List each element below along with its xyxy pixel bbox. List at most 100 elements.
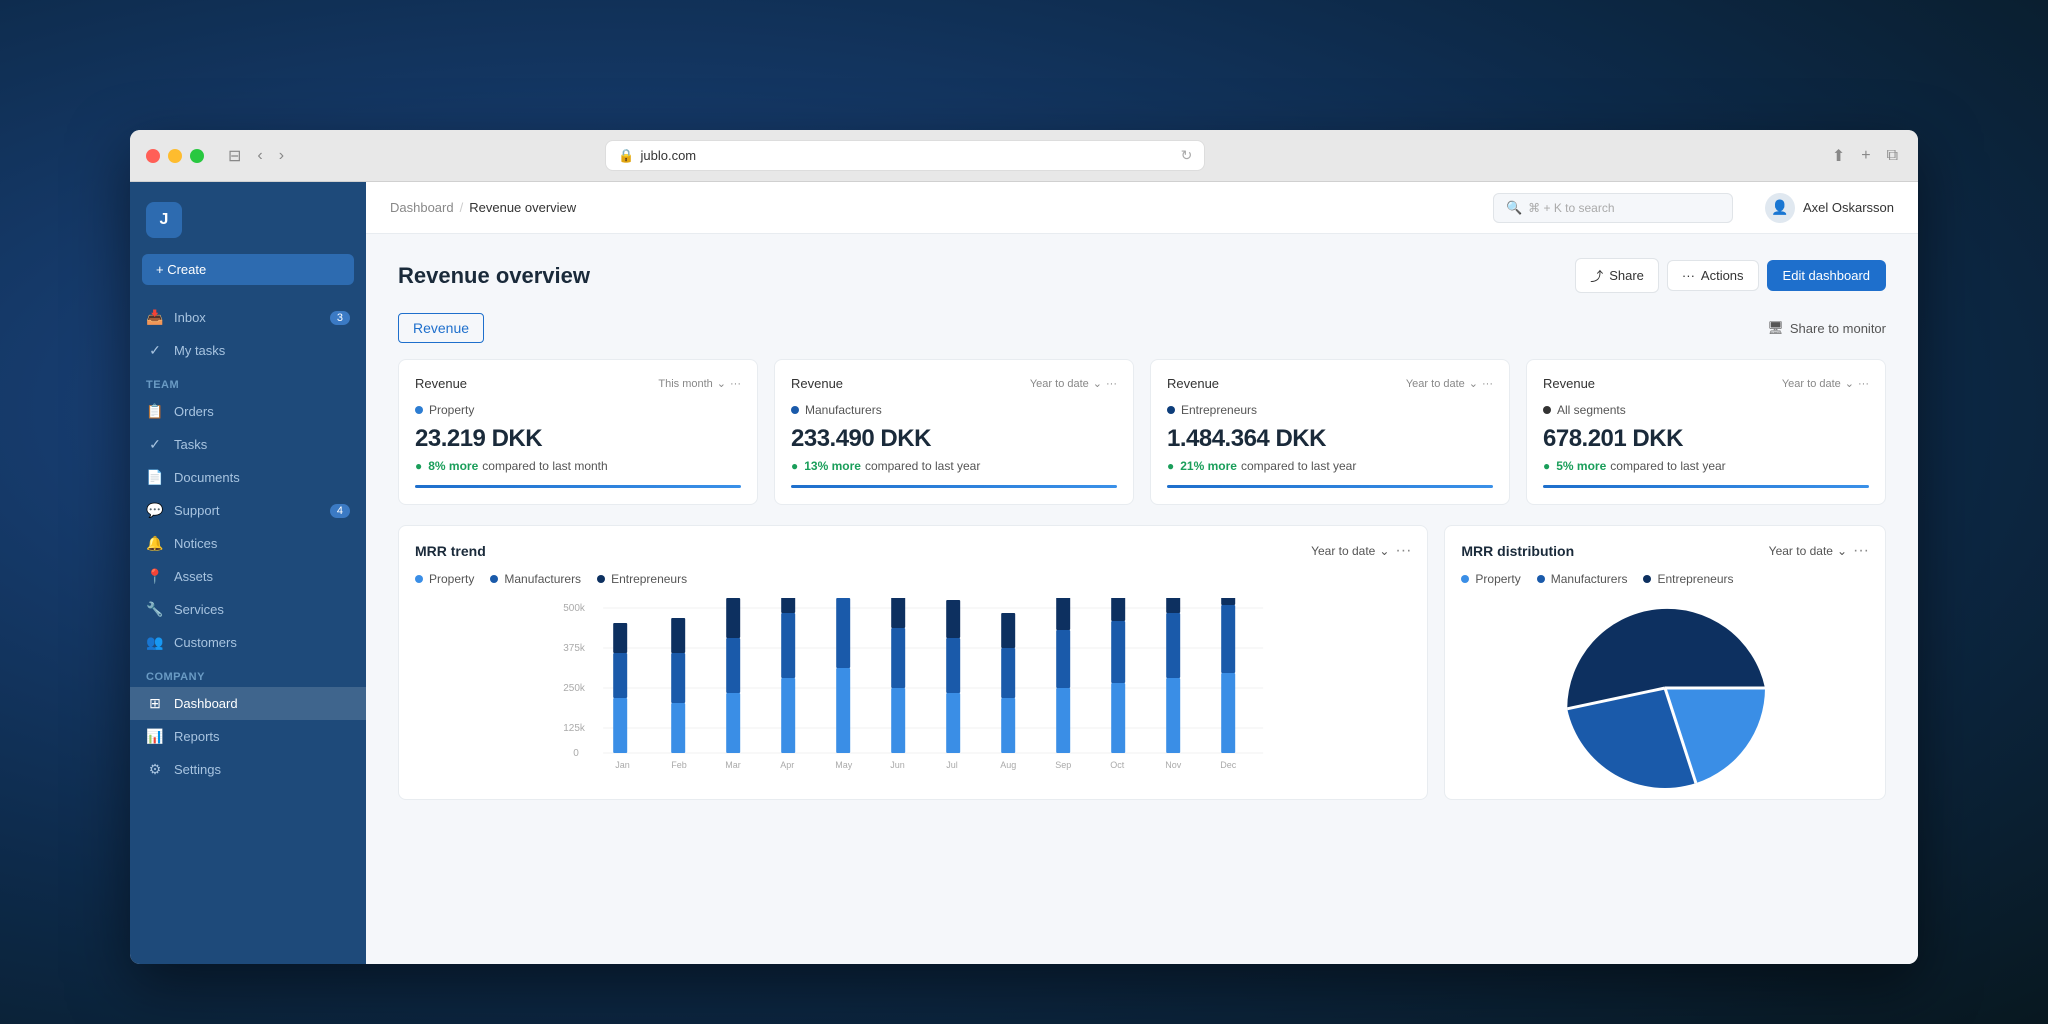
url-text: jublo.com bbox=[641, 148, 697, 163]
company-section-label: COMPANY bbox=[130, 659, 366, 687]
new-tab-button[interactable]: + bbox=[1857, 142, 1874, 170]
legend-dot bbox=[1537, 575, 1545, 583]
sidebar-item-notices[interactable]: 🔔 Notices bbox=[130, 527, 366, 560]
svg-text:Nov: Nov bbox=[1165, 760, 1182, 770]
svg-text:Feb: Feb bbox=[671, 760, 687, 770]
sidebar-item-settings[interactable]: ⚙ Settings bbox=[130, 753, 366, 786]
sidebar-item-reports[interactable]: 📊 Reports bbox=[130, 720, 366, 753]
check-circle-icon: ● bbox=[1167, 459, 1174, 473]
segment-dot bbox=[415, 406, 423, 414]
more-options-icon[interactable]: ··· bbox=[1106, 378, 1117, 390]
chart-period[interactable]: Year to date ⌄ bbox=[1769, 544, 1847, 558]
more-options-icon[interactable]: ··· bbox=[1858, 378, 1869, 390]
mrr-trend-svg: 500k 375k 250k 125k 0 Jan bbox=[415, 598, 1411, 778]
metric-change: ● 8% more compared to last month bbox=[415, 459, 741, 473]
sidebar-item-my-tasks[interactable]: ✓ My tasks bbox=[130, 334, 366, 367]
breadcrumb: Dashboard / Revenue overview bbox=[390, 200, 576, 215]
actions-button[interactable]: ··· Actions bbox=[1667, 260, 1759, 291]
task-icon: ✓ bbox=[146, 436, 164, 453]
chevron-down-icon: ⌄ bbox=[1093, 377, 1102, 390]
svg-text:Jul: Jul bbox=[946, 760, 958, 770]
sidebar-item-assets[interactable]: 📍 Assets bbox=[130, 560, 366, 593]
search-input[interactable]: 🔍 ⌘ + K to search bbox=[1493, 193, 1733, 223]
inbox-badge: 3 bbox=[330, 311, 350, 325]
metric-cards: Revenue This month ⌄ ··· Property 23.219… bbox=[398, 359, 1886, 505]
chart-more-icon[interactable]: ··· bbox=[1395, 542, 1411, 560]
support-icon: 💬 bbox=[146, 502, 164, 519]
sidebar-item-inbox[interactable]: 📥 Inbox 3 bbox=[130, 301, 366, 334]
share-button[interactable]: ⤴ Share bbox=[1575, 258, 1659, 293]
revenue-tab[interactable]: Revenue bbox=[398, 313, 484, 343]
metric-label: Revenue bbox=[1167, 376, 1219, 391]
svg-text:0: 0 bbox=[573, 748, 579, 759]
chart-controls: Year to date ⌄ ··· bbox=[1769, 542, 1869, 560]
chart-legend: Property Manufacturers Entrepreneurs bbox=[415, 572, 1411, 586]
minimize-button[interactable] bbox=[168, 149, 182, 163]
legend-manufacturers-dist: Manufacturers bbox=[1537, 572, 1628, 586]
duplicate-tab-button[interactable]: ⧉ bbox=[1883, 142, 1902, 170]
metric-card-entrepreneurs: Revenue Year to date ⌄ ··· Entrepreneurs… bbox=[1150, 359, 1510, 505]
chart-period[interactable]: Year to date ⌄ bbox=[1311, 544, 1389, 558]
metric-period[interactable]: Year to date ⌄ ··· bbox=[1030, 377, 1117, 390]
more-options-icon[interactable]: ··· bbox=[730, 378, 741, 390]
refresh-icon[interactable]: ↻ bbox=[1181, 147, 1193, 164]
browser-action-buttons: ⬆ + ⧉ bbox=[1828, 142, 1902, 170]
main-content: Dashboard / Revenue overview 🔍 ⌘ + K to … bbox=[366, 182, 1918, 964]
notices-icon: 🔔 bbox=[146, 535, 164, 552]
metric-card-header: Revenue This month ⌄ ··· bbox=[415, 376, 741, 391]
svg-text:Sep: Sep bbox=[1055, 760, 1071, 770]
topbar: Dashboard / Revenue overview 🔍 ⌘ + K to … bbox=[366, 182, 1918, 234]
edit-dashboard-button[interactable]: Edit dashboard bbox=[1767, 260, 1886, 291]
legend-dot-property bbox=[415, 575, 423, 583]
segment-dot bbox=[1167, 406, 1175, 414]
app-logo: J bbox=[146, 202, 182, 238]
sidebar-item-tasks[interactable]: ✓ Tasks bbox=[130, 428, 366, 461]
legend-property-dist: Property bbox=[1461, 572, 1520, 586]
breadcrumb-home[interactable]: Dashboard bbox=[390, 200, 454, 215]
chart-card-header: MRR distribution Year to date ⌄ ··· bbox=[1461, 542, 1869, 560]
card-divider bbox=[1167, 485, 1493, 488]
card-divider bbox=[1543, 485, 1869, 488]
sidebar-item-dashboard[interactable]: ⊞ Dashboard bbox=[130, 687, 366, 720]
svg-text:Aug: Aug bbox=[1000, 760, 1016, 770]
metric-period[interactable]: Year to date ⌄ ··· bbox=[1406, 377, 1493, 390]
sidebar-toggle-button[interactable]: ⊟ bbox=[224, 142, 245, 170]
svg-text:May: May bbox=[835, 760, 853, 770]
address-bar[interactable]: 🔒 jublo.com ↻ bbox=[605, 140, 1205, 171]
chart-more-icon[interactable]: ··· bbox=[1853, 542, 1869, 560]
pie-chart-svg bbox=[1565, 588, 1765, 788]
page-title: Revenue overview bbox=[398, 263, 590, 289]
bar-chart-container: 500k 375k 250k 125k 0 Jan bbox=[415, 598, 1411, 783]
metric-period[interactable]: Year to date ⌄ ··· bbox=[1782, 377, 1869, 390]
sidebar-item-services[interactable]: 🔧 Services bbox=[130, 593, 366, 626]
share-to-monitor-button[interactable]: 🖥 Share to monitor bbox=[1767, 320, 1886, 336]
tasks-icon: ✓ bbox=[146, 342, 164, 359]
svg-text:Oct: Oct bbox=[1110, 760, 1125, 770]
check-circle-icon: ● bbox=[791, 459, 798, 473]
lock-icon: 🔒 bbox=[618, 148, 634, 164]
monitor-icon: 🖥 bbox=[1767, 320, 1784, 336]
svg-text:Apr: Apr bbox=[780, 760, 794, 770]
user-menu[interactable]: 👤 Axel Oskarsson bbox=[1765, 193, 1894, 223]
back-button[interactable]: ‹ bbox=[253, 142, 266, 170]
tab-strip: Revenue 🖥 Share to monitor bbox=[398, 313, 1886, 343]
sidebar-item-support[interactable]: 💬 Support 4 bbox=[130, 494, 366, 527]
sidebar-item-documents[interactable]: 📄 Documents bbox=[130, 461, 366, 494]
dashboard-area: Revenue overview ⤴ Share ··· Actions Edi… bbox=[366, 234, 1918, 964]
segment-dot bbox=[1543, 406, 1551, 414]
create-button[interactable]: + Create bbox=[142, 254, 354, 285]
sidebar-item-orders[interactable]: 📋 Orders bbox=[130, 395, 366, 428]
metric-period[interactable]: This month ⌄ ··· bbox=[658, 377, 741, 390]
documents-icon: 📄 bbox=[146, 469, 164, 486]
maximize-button[interactable] bbox=[190, 149, 204, 163]
chart-title: MRR trend bbox=[415, 543, 486, 559]
orders-icon: 📋 bbox=[146, 403, 164, 420]
more-options-icon[interactable]: ··· bbox=[1482, 378, 1493, 390]
reports-icon: 📊 bbox=[146, 728, 164, 745]
forward-button[interactable]: › bbox=[275, 142, 288, 170]
close-button[interactable] bbox=[146, 149, 160, 163]
sidebar-item-customers[interactable]: 👥 Customers bbox=[130, 626, 366, 659]
share-browser-button[interactable]: ⬆ bbox=[1828, 142, 1849, 170]
pie-chart-container bbox=[1461, 598, 1869, 778]
inbox-icon: 📥 bbox=[146, 309, 164, 326]
